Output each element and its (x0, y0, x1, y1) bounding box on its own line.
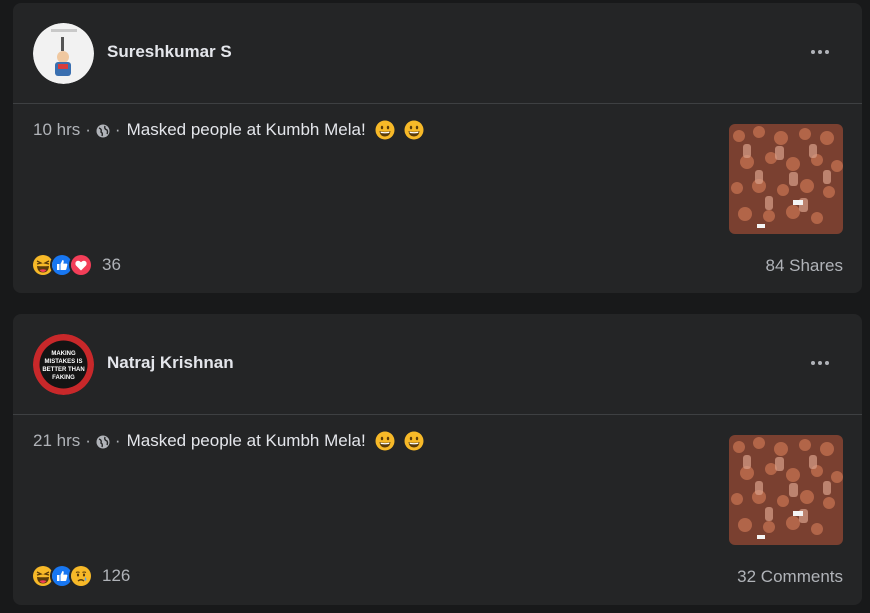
post-text: Masked people at Kumbh Mela! (126, 431, 366, 450)
reaction-count[interactable]: 126 (102, 566, 130, 586)
love-reaction-icon (69, 253, 93, 277)
globe-icon (96, 434, 110, 449)
separator: · (114, 120, 121, 139)
reaction-count[interactable]: 36 (102, 255, 121, 275)
grinning-emoji-icon (375, 431, 395, 451)
author-name[interactable]: Sureshkumar S (107, 42, 232, 62)
post-thumbnail[interactable] (729, 124, 843, 234)
post-header: MAKING MISTAKES IS BETTER THAN FAKING Na… (13, 314, 862, 414)
post-card: MAKING MISTAKES IS BETTER THAN FAKING Na… (13, 314, 862, 605)
reactions-summary[interactable]: 126 (31, 564, 130, 588)
author-name[interactable]: Natraj Krishnan (107, 353, 234, 373)
separator: · (114, 431, 121, 450)
post-meta: 21 hrs · · Masked people at Kumbh Mela! (33, 431, 424, 451)
post-time[interactable]: 10 hrs (33, 120, 80, 140)
grinning-emoji-icon (404, 431, 424, 451)
author-avatar[interactable] (33, 23, 94, 84)
reactions-summary[interactable]: 36 (31, 253, 121, 277)
separator: · (85, 120, 91, 139)
more-options-icon[interactable] (806, 38, 834, 66)
shares-count[interactable]: 84 Shares (766, 256, 844, 276)
more-options-icon[interactable] (806, 349, 834, 377)
post-card: Sureshkumar S 10 hrs · · Masked people a… (13, 3, 862, 293)
grinning-emoji-icon (375, 120, 395, 140)
svg-text:MAKING: MAKING (51, 351, 76, 357)
post-thumbnail[interactable] (729, 435, 843, 545)
svg-text:FAKING: FAKING (52, 375, 75, 381)
comments-count[interactable]: 32 Comments (737, 567, 843, 587)
divider (13, 103, 862, 104)
post-meta: 10 hrs · · Masked people at Kumbh Mela! (33, 120, 424, 140)
svg-text:BETTER THAN: BETTER THAN (42, 367, 84, 373)
separator: · (85, 431, 91, 450)
sad-reaction-icon (69, 564, 93, 588)
post-time[interactable]: 21 hrs (33, 431, 80, 451)
grinning-emoji-icon (404, 120, 424, 140)
svg-text:MISTAKES IS: MISTAKES IS (45, 359, 83, 365)
author-avatar[interactable]: MAKING MISTAKES IS BETTER THAN FAKING (33, 334, 94, 395)
post-text: Masked people at Kumbh Mela! (126, 120, 366, 139)
post-header: Sureshkumar S (13, 3, 862, 103)
divider (13, 414, 862, 415)
globe-icon (96, 123, 110, 138)
